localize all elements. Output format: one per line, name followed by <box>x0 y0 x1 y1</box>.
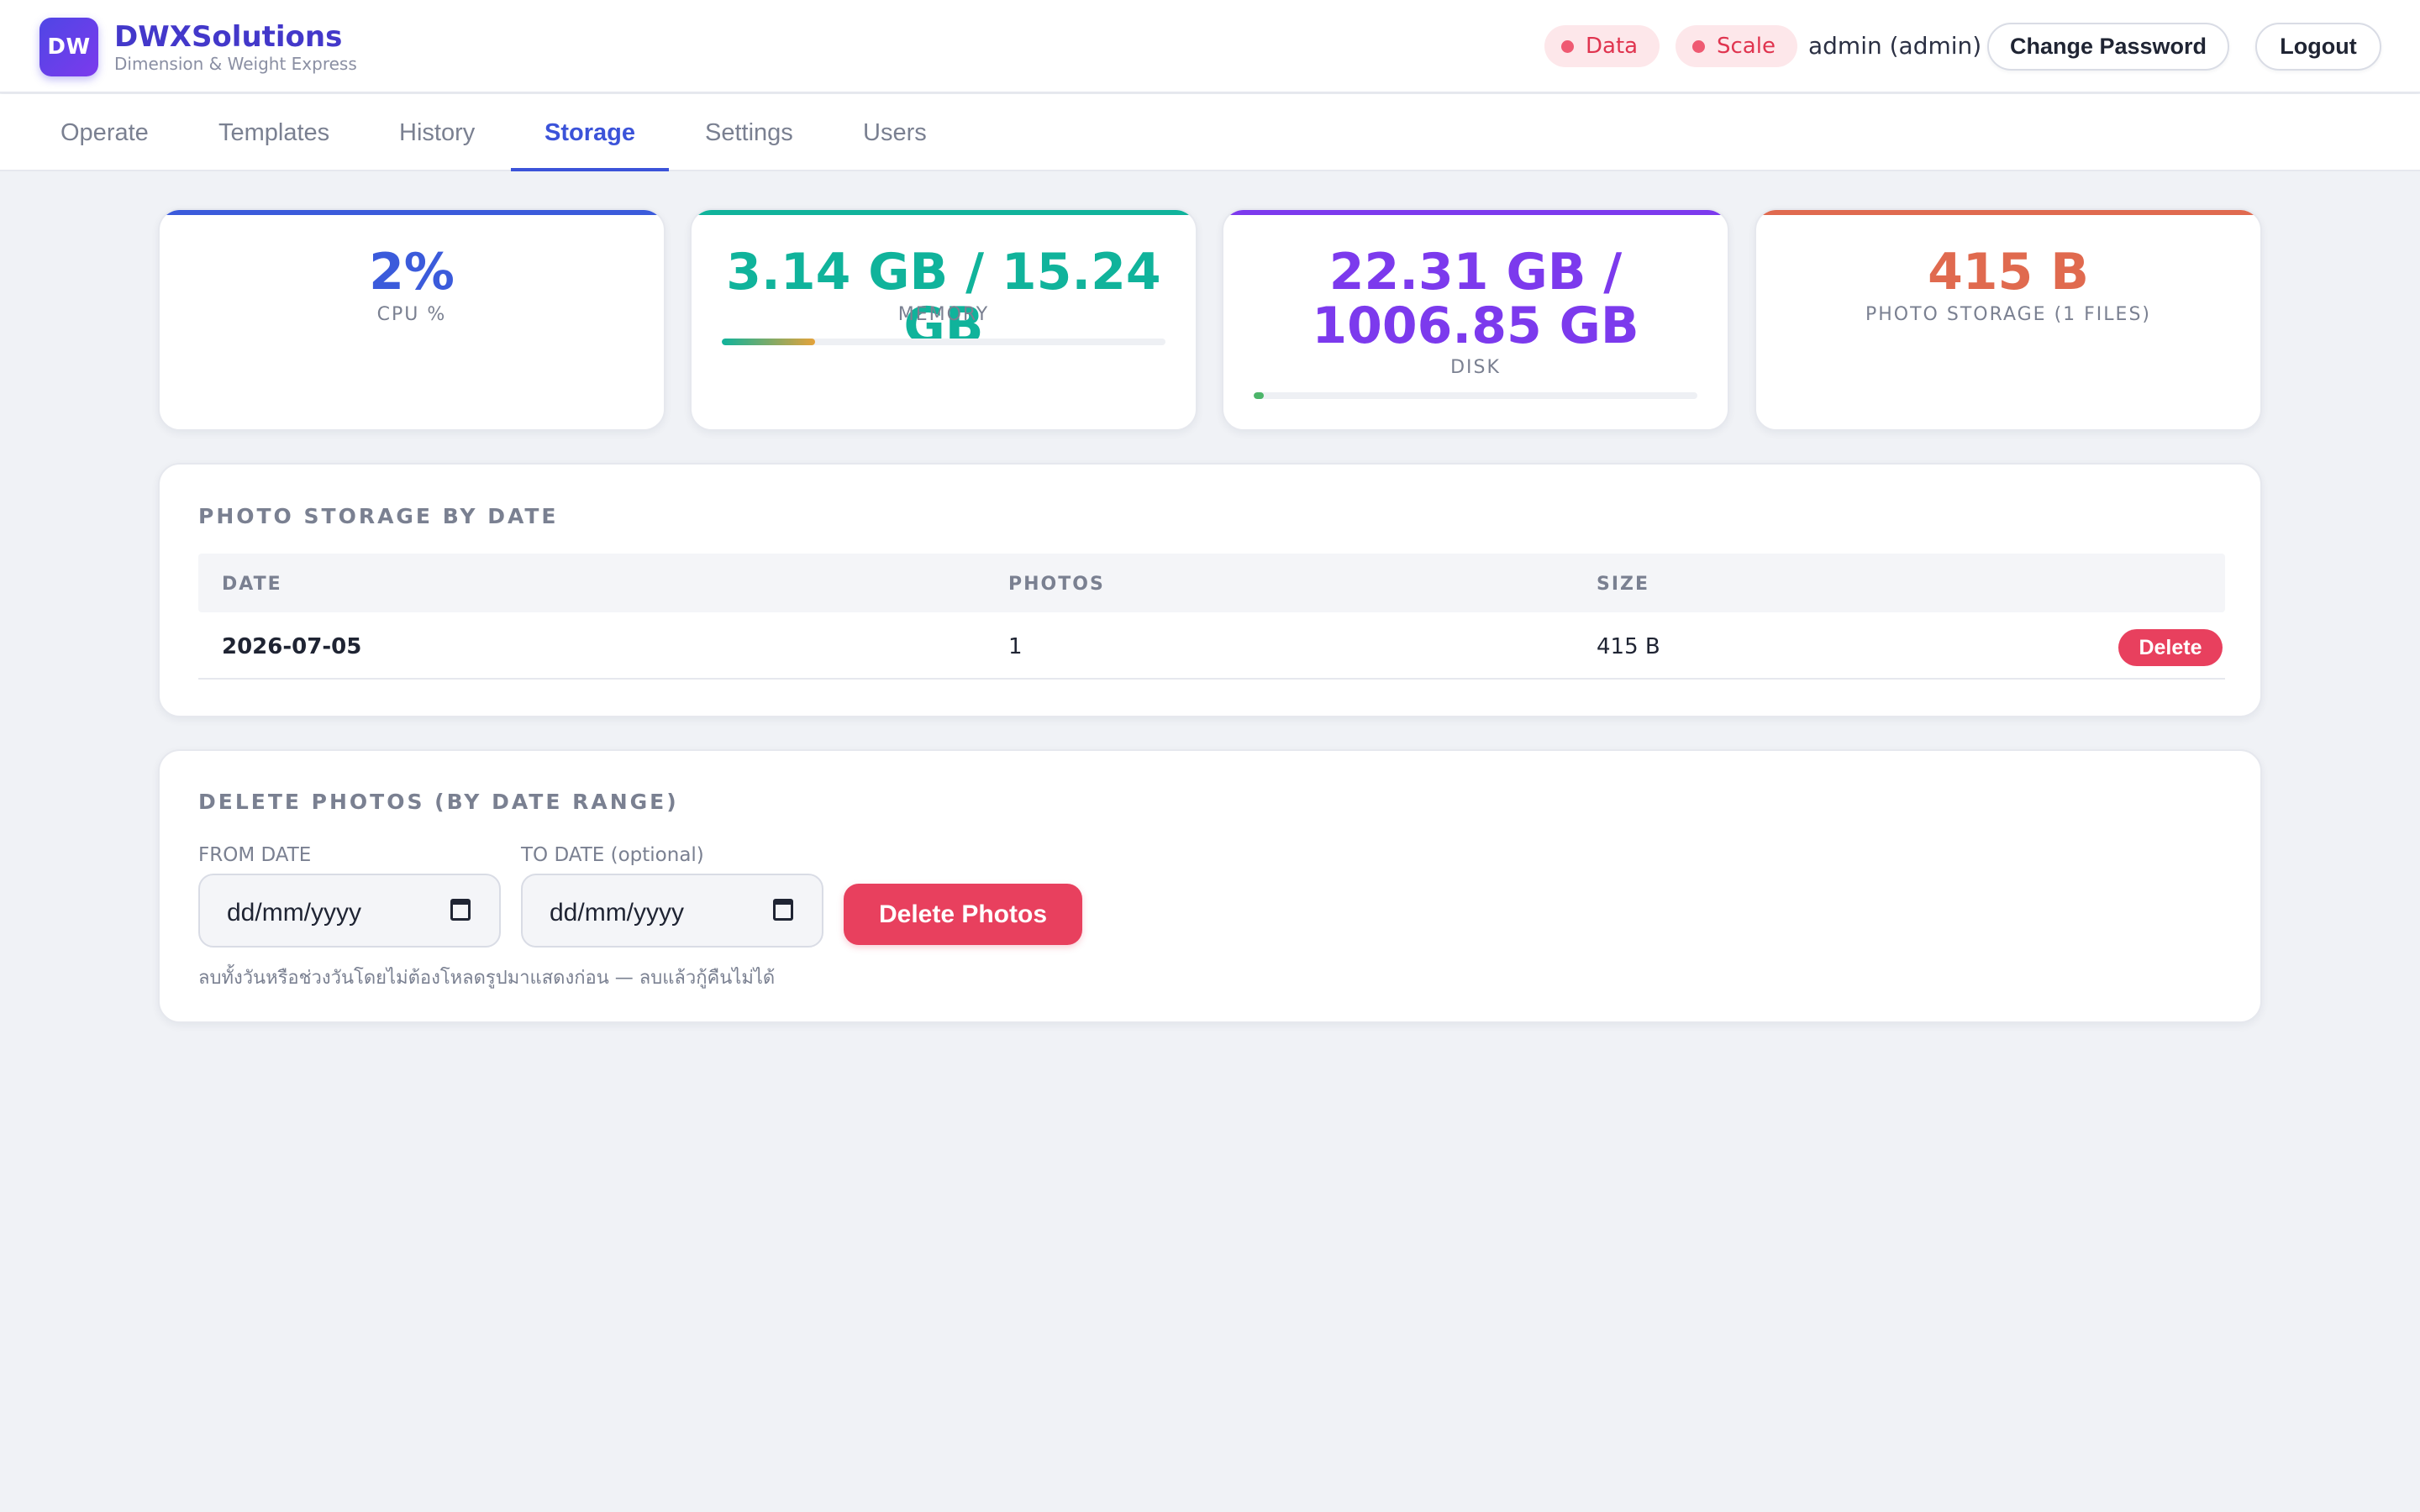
app-logo: DW <box>39 18 98 76</box>
from-date-placeholder: dd/mm/yyyy <box>227 899 362 927</box>
delete-row-button[interactable]: Delete <box>2118 629 2223 666</box>
brand-subtitle: Dimension & Weight Express <box>114 54 357 74</box>
memory-value: 3.14 GB / 15.24 GB <box>726 243 1161 355</box>
active-tab-indicator <box>511 168 669 171</box>
memory-stat-card: 3.14 GB / 15.24 GB MEMORY <box>690 208 1197 431</box>
row-date: 2026-07-05 <box>222 634 362 659</box>
cpu-value: 2% <box>369 243 455 302</box>
photo-storage-stat-card: 415 B PHOTO STORAGE (1 FILES) <box>1754 208 2262 431</box>
tab-templates[interactable]: Templates <box>218 94 329 171</box>
status-badge-data: Data <box>1544 25 1660 67</box>
panel-title: PHOTO STORAGE BY DATE <box>198 504 559 528</box>
disk-usage-bar <box>1254 392 1697 399</box>
calendar-icon[interactable] <box>773 899 793 921</box>
logout-button[interactable]: Logout <box>2255 23 2381 71</box>
status-badge-label: Data <box>1586 34 1639 59</box>
card-accent-bar <box>160 210 664 215</box>
to-date-placeholder: dd/mm/yyyy <box>550 899 685 927</box>
memory-label: MEMORY <box>897 304 990 325</box>
app-header: DW DWXSolutions Dimension & Weight Expre… <box>0 0 2420 93</box>
card-accent-bar <box>692 210 1196 215</box>
card-accent-bar <box>1223 210 1728 215</box>
photo-storage-label: PHOTO STORAGE (1 FILES) <box>1865 304 2151 325</box>
status-dot-icon <box>1561 39 1574 53</box>
table-row: 2026-07-05 1 415 B Delete <box>198 612 2225 680</box>
main-tabs: Operate Templates History Storage Settin… <box>0 94 2420 171</box>
disk-usage-fill <box>1254 392 1264 399</box>
row-size: 415 B <box>1597 634 1660 659</box>
card-accent-bar <box>1756 210 2260 215</box>
disk-stat-card: 22.31 GB / 1006.85 GB DISK <box>1222 208 1729 431</box>
row-photos: 1 <box>1008 634 1023 659</box>
change-password-button[interactable]: Change Password <box>1987 23 2229 71</box>
tab-operate[interactable]: Operate <box>60 94 149 171</box>
cpu-stat-card: 2% CPU % <box>158 208 666 431</box>
delete-hint-text: ลบทั้งวันหรือช่วงวันโดยไม่ต้องโหลดรูปมาแ… <box>198 968 776 989</box>
tab-settings[interactable]: Settings <box>705 94 793 171</box>
delete-photos-panel: DELETE PHOTOS (BY DATE RANGE) FROM DATE … <box>158 749 2262 1023</box>
status-badge-scale: Scale <box>1676 25 1797 67</box>
status-badge-label: Scale <box>1717 34 1776 59</box>
calendar-icon[interactable] <box>450 899 471 921</box>
photo-storage-by-date-panel: PHOTO STORAGE BY DATE DATE PHOTOS SIZE 2… <box>158 463 2262 717</box>
tab-history[interactable]: History <box>399 94 475 171</box>
photo-storage-value: 415 B <box>1928 243 2089 302</box>
memory-usage-bar <box>722 339 1165 345</box>
memory-usage-fill <box>722 339 815 345</box>
from-date-label: FROM DATE <box>198 844 312 866</box>
to-date-input[interactable]: dd/mm/yyyy <box>521 874 823 948</box>
brand-name: DWXSolutions <box>114 20 343 54</box>
column-header-size: SIZE <box>1597 574 1650 595</box>
status-dot-icon <box>1692 39 1705 53</box>
disk-label: DISK <box>1450 357 1501 378</box>
column-header-photos: PHOTOS <box>1008 574 1105 595</box>
tab-users[interactable]: Users <box>863 94 927 171</box>
delete-photos-button[interactable]: Delete Photos <box>844 884 1082 945</box>
to-date-label: TO DATE (optional) <box>521 844 704 866</box>
panel-title: DELETE PHOTOS (BY DATE RANGE) <box>198 790 679 814</box>
table-header: DATE PHOTOS SIZE <box>198 554 2225 612</box>
column-header-date: DATE <box>222 574 282 595</box>
disk-value: 22.31 GB / 1006.85 GB <box>1312 243 1639 355</box>
current-user: admin (admin) <box>1808 32 1982 60</box>
tab-storage[interactable]: Storage <box>544 94 635 171</box>
from-date-input[interactable]: dd/mm/yyyy <box>198 874 501 948</box>
cpu-label: CPU % <box>376 304 447 325</box>
